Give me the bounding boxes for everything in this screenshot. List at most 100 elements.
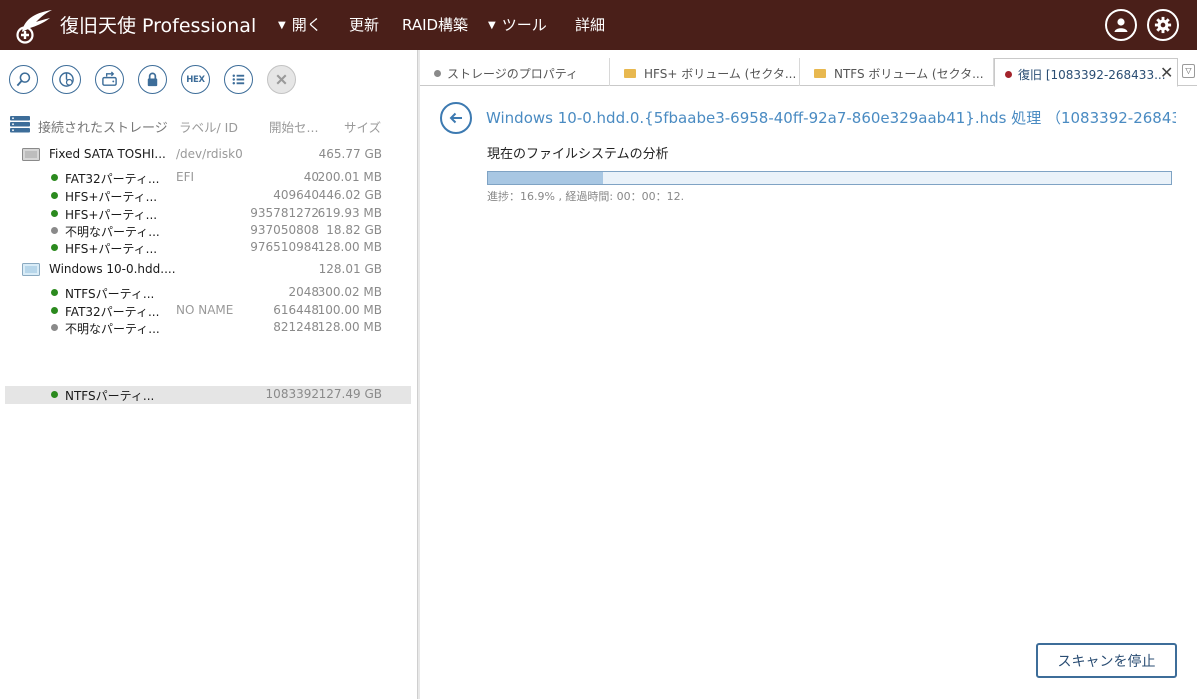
stop-scan-button[interactable]: スキャンを停止 bbox=[1036, 643, 1177, 678]
back-button[interactable] bbox=[440, 102, 472, 134]
folder-icon bbox=[814, 69, 826, 78]
arrow-left-icon bbox=[449, 112, 462, 124]
partition-row[interactable]: 不明なパーティ... 821248 128.00 MB bbox=[5, 319, 411, 336]
analysis-status: 現在のファイルシステムの分析 bbox=[487, 147, 669, 162]
storage-pane: HEX 接続されたストレージ ラベル/ ID 開始セ... サイズ Fixed … bbox=[0, 50, 418, 699]
settings-icon bbox=[1154, 16, 1172, 34]
partition-row[interactable]: FAT32パーティ... EFI 40 200.01 MB bbox=[5, 169, 411, 186]
partition-size: 128.00 MB bbox=[317, 320, 382, 334]
partition-name: FAT32パーティ... bbox=[65, 172, 160, 186]
app-logo-icon bbox=[16, 10, 52, 44]
disk-size: 128.01 GB bbox=[318, 262, 382, 276]
disk-row[interactable]: Windows 10-0.hdd.... 128.01 GB bbox=[5, 261, 411, 278]
partition-size: 619.93 MB bbox=[317, 206, 382, 220]
partition-size: 18.82 GB bbox=[326, 223, 382, 237]
app-title: 復旧天使 Professional bbox=[60, 15, 257, 37]
caret-down-icon: ▼ bbox=[488, 20, 496, 31]
tab-bar: ストレージのプロパティ HFS+ ボリューム (セクタ... NTFS ボリュー… bbox=[420, 58, 1197, 87]
partition-row[interactable]: HFS+パーティ... 409640 446.02 GB bbox=[5, 187, 411, 204]
partition-name: 不明なパーティ... bbox=[65, 225, 160, 239]
menu-refresh[interactable]: 更新 bbox=[349, 14, 379, 35]
disk-scan-icon bbox=[59, 72, 74, 87]
menu-open[interactable]: ▼ 開く bbox=[278, 14, 322, 35]
header-start[interactable]: 開始セ... bbox=[269, 117, 318, 136]
partition-name: HFS+パーティ... bbox=[65, 190, 158, 204]
partition-size: 200.01 MB bbox=[317, 170, 382, 184]
status-dot-icon bbox=[51, 227, 58, 234]
partition-row[interactable]: 不明なパーティ... 937050808 18.82 GB bbox=[5, 222, 411, 239]
list-icon bbox=[232, 74, 245, 85]
close-tab-icon[interactable]: ✕ bbox=[1160, 63, 1173, 82]
partition-size: 446.02 GB bbox=[318, 188, 382, 202]
progress-bar bbox=[487, 171, 1172, 185]
tab-recovery[interactable]: 復旧 [1083392-268433... bbox=[994, 58, 1178, 87]
tab-hfs-volume[interactable]: HFS+ ボリューム (セクタ... bbox=[610, 58, 800, 86]
disk-row[interactable]: Fixed SATA TOSHI... /dev/rdisk0 465.77 G… bbox=[5, 146, 411, 163]
tab-overflow-icon[interactable]: ▽ bbox=[1182, 64, 1195, 78]
hard-disk-icon bbox=[22, 148, 40, 161]
search-icon bbox=[16, 72, 31, 87]
drive-image-icon bbox=[102, 71, 117, 86]
disk-scan-button[interactable] bbox=[52, 65, 81, 94]
partition-row[interactable]: HFS+パーティ... 976510984 128.00 MB bbox=[5, 239, 411, 256]
recovery-file-title: Windows 10-0.hdd.0.{5fbaabe3-6958-40ff-9… bbox=[486, 109, 1176, 127]
settings-button[interactable] bbox=[1147, 9, 1179, 41]
lock-icon bbox=[147, 72, 158, 87]
menu-details[interactable]: 詳細 bbox=[575, 14, 605, 35]
status-dot-icon bbox=[51, 289, 58, 296]
partition-name: HFS+パーティ... bbox=[65, 208, 158, 222]
status-dot-icon bbox=[51, 391, 58, 398]
folder-icon bbox=[624, 69, 636, 78]
partition-size: 100.00 MB bbox=[317, 303, 382, 317]
drive-image-button[interactable] bbox=[95, 65, 124, 94]
partition-name: NTFSパーティ... bbox=[65, 389, 155, 403]
partition-row[interactable]: FAT32パーティ... NO NAME 616448 100.00 MB bbox=[5, 302, 411, 319]
status-dot-icon bbox=[51, 174, 58, 181]
top-bar: 復旧天使 Professional ▼ 開く 更新 RAID構築 ▼ ツール 詳細 bbox=[0, 0, 1197, 50]
close-icon bbox=[276, 74, 287, 85]
caret-down-icon: ▼ bbox=[278, 20, 286, 31]
partition-name: 不明なパーティ... bbox=[65, 322, 160, 336]
pane-splitter[interactable] bbox=[418, 50, 420, 699]
disk-name: Fixed SATA TOSHI... bbox=[49, 147, 166, 161]
partition-row-selected[interactable]: NTFSパーティ... 1083392 127.49 GB bbox=[5, 386, 411, 404]
lock-button[interactable] bbox=[138, 65, 167, 94]
status-dot-icon bbox=[51, 307, 58, 314]
partition-name: FAT32パーティ... bbox=[65, 305, 160, 319]
partition-size: 128.00 MB bbox=[317, 240, 382, 254]
menu-raid[interactable]: RAID構築 bbox=[402, 14, 468, 35]
user-icon bbox=[1114, 18, 1128, 32]
progress-text: 進捗：16.9% , 経過時間: 00：00：12. bbox=[487, 190, 685, 203]
status-dot-icon bbox=[51, 210, 58, 217]
disk-size: 465.77 GB bbox=[318, 147, 382, 161]
storage-stack-icon bbox=[10, 116, 30, 133]
header-size[interactable]: サイズ bbox=[344, 117, 381, 136]
header-label[interactable]: ラベル/ ID bbox=[179, 117, 238, 136]
partition-row[interactable]: NTFSパーティ... 2048 300.02 MB bbox=[5, 284, 411, 301]
virtual-disk-icon bbox=[22, 263, 40, 276]
list-view-button[interactable] bbox=[224, 65, 253, 94]
partition-name: NTFSパーティ... bbox=[65, 287, 155, 301]
status-dot-icon bbox=[51, 324, 58, 331]
status-dot-icon bbox=[51, 244, 58, 251]
dot-icon bbox=[1005, 71, 1012, 78]
tab-storage-properties[interactable]: ストレージのプロパティ bbox=[430, 58, 610, 86]
partition-label: EFI bbox=[176, 170, 195, 184]
partition-name: HFS+パーティ... bbox=[65, 242, 158, 256]
disk-label: /dev/rdisk0 bbox=[176, 147, 243, 161]
partition-size: 300.02 MB bbox=[317, 285, 382, 299]
user-button[interactable] bbox=[1105, 9, 1137, 41]
close-storage-button[interactable] bbox=[267, 65, 296, 94]
disk-name: Windows 10-0.hdd.... bbox=[49, 262, 176, 276]
status-dot-icon bbox=[51, 192, 58, 199]
partition-size: 127.49 GB bbox=[318, 387, 382, 401]
menu-tools[interactable]: ▼ ツール bbox=[488, 14, 547, 35]
hex-view-button[interactable]: HEX bbox=[181, 65, 210, 94]
progress-fill bbox=[488, 172, 604, 184]
tab-ntfs-volume[interactable]: NTFS ボリューム (セクタ... bbox=[800, 58, 994, 86]
header-storage[interactable]: 接続されたストレージ bbox=[38, 117, 168, 136]
search-button[interactable] bbox=[9, 65, 38, 94]
partition-row[interactable]: HFS+パーティ... 935781272 619.93 MB bbox=[5, 205, 411, 222]
hex-icon: HEX bbox=[186, 74, 205, 85]
dot-icon bbox=[434, 70, 441, 77]
